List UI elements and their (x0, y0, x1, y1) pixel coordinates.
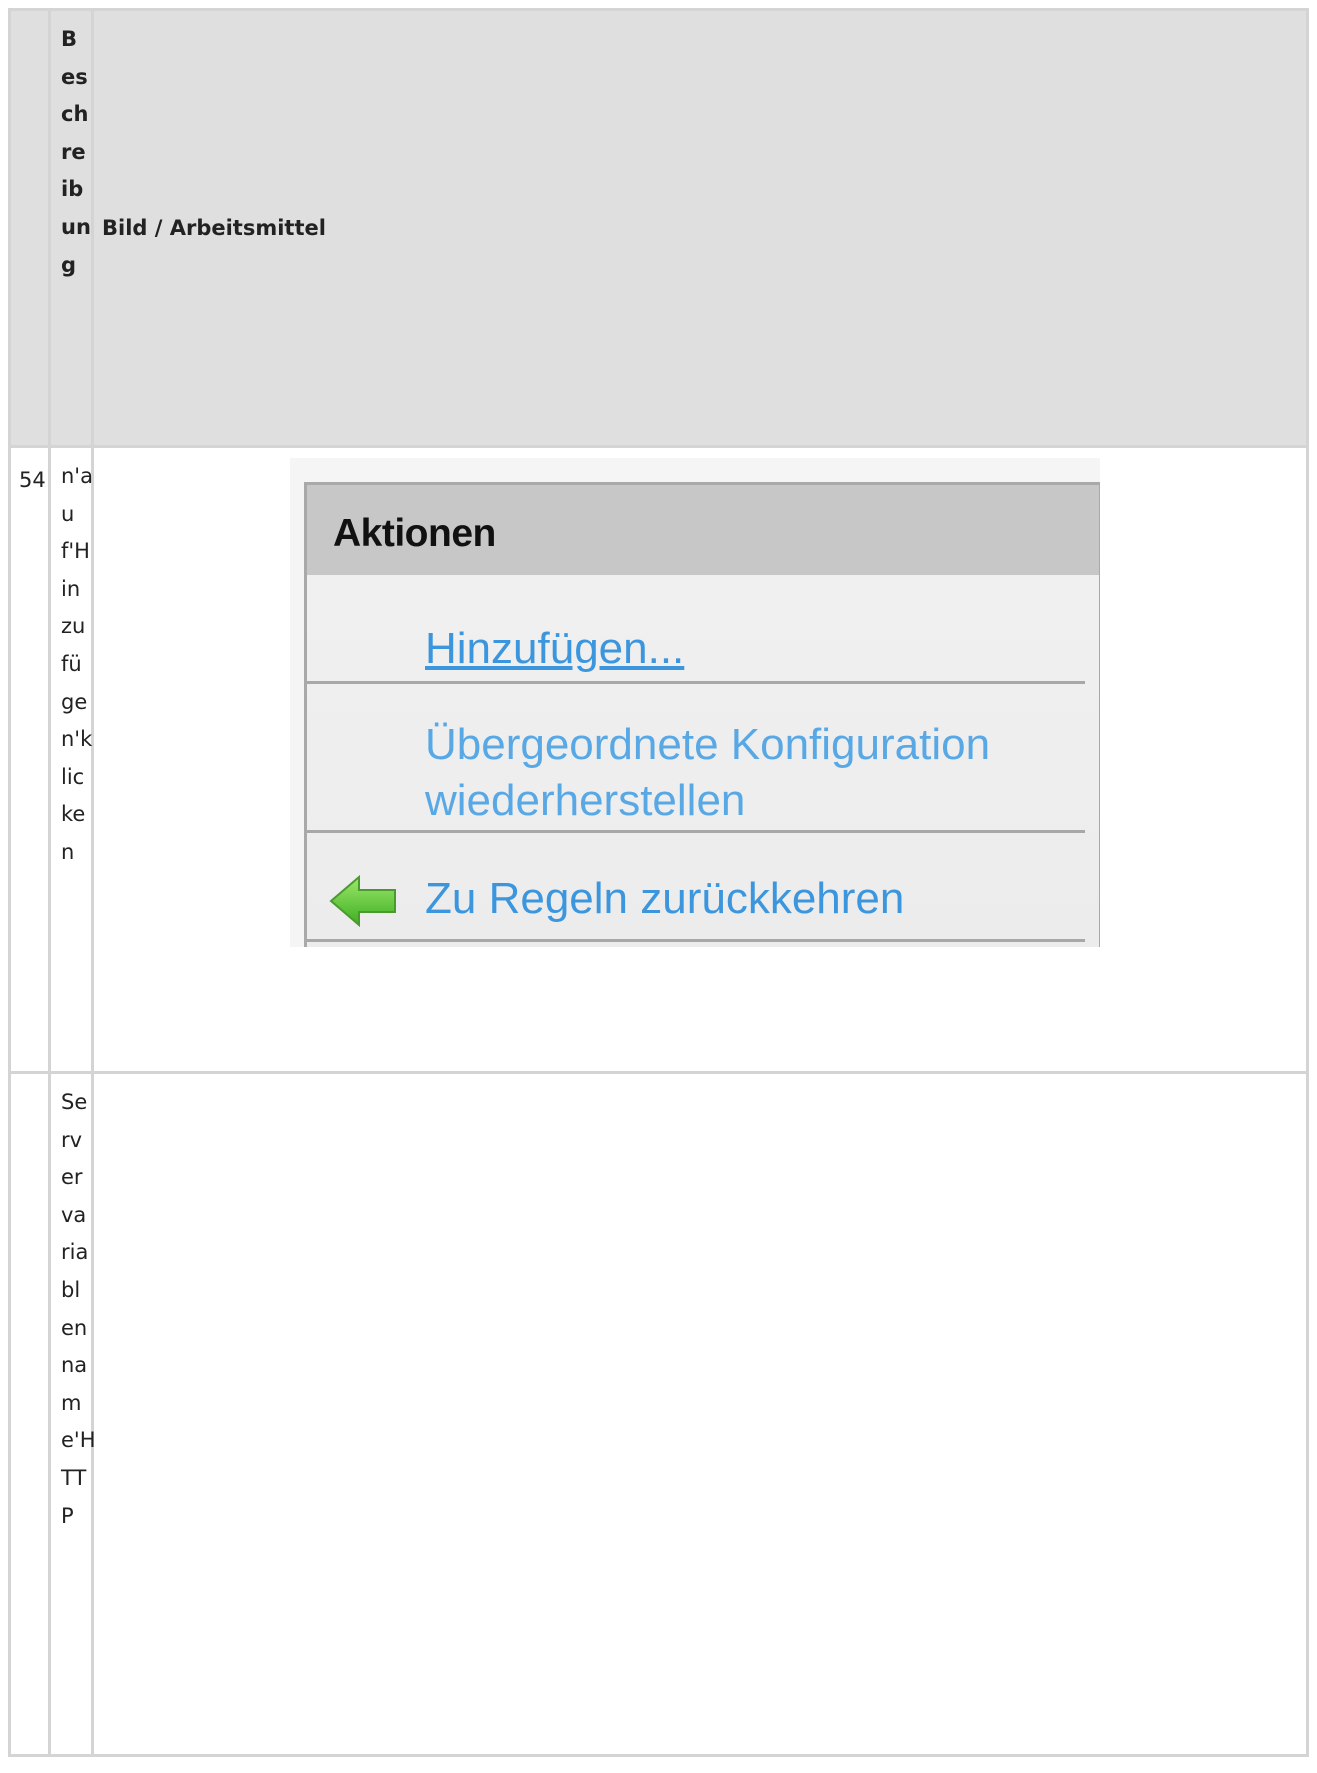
header-description-cell: Beschreibung (48, 8, 94, 448)
header-description-label: Beschreibung (61, 27, 91, 277)
add-action-link[interactable]: Hinzufügen... (425, 624, 684, 674)
restore-parent-config-link[interactable]: Übergeordnete Konfiguration wiederherste… (425, 717, 990, 829)
row-image-cell (91, 1071, 1309, 1757)
divider (307, 681, 1085, 684)
header-number-cell (8, 8, 51, 448)
table-header-row: Beschreibung Bild / Arbeitsmittel (8, 8, 1309, 448)
row-number-cell (8, 1071, 51, 1757)
actions-panel-screenshot: Aktionen Hinzufügen... Übergeordnete Kon… (290, 458, 1100, 947)
row-description-cell: Servervariablenname'HTTP (48, 1071, 96, 1757)
return-to-rules-link[interactable]: Zu Regeln zurückkehren (425, 874, 904, 924)
row-number: 54 (19, 468, 46, 492)
row-image-cell: Aktionen Hinzufügen... Übergeordnete Kon… (91, 445, 1309, 1074)
table-row: Servervariablenname'HTTP (8, 1071, 1309, 1757)
actions-panel: Aktionen Hinzufügen... Übergeordnete Kon… (304, 482, 1100, 947)
instruction-table: Beschreibung Bild / Arbeitsmittel 54 n'a… (8, 8, 1309, 1757)
divider (307, 939, 1085, 942)
table-row: 54 n'auf'Hinzufügen'klicken Aktionen Hin… (8, 445, 1309, 1074)
row-description-cell: n'auf'Hinzufügen'klicken (48, 445, 94, 1074)
header-bild-label: Bild / Arbeitsmittel (102, 216, 326, 240)
actions-panel-title: Aktionen (307, 485, 1099, 575)
restore-parent-config-line2: wiederherstellen (425, 776, 746, 825)
restore-parent-config-line1: Übergeordnete Konfiguration (425, 720, 991, 769)
green-back-arrow-icon (329, 874, 396, 928)
row-number (11, 1074, 48, 1088)
divider (307, 830, 1085, 833)
row-number-cell: 54 (8, 445, 51, 1074)
row-description: n'auf'Hinzufügen'klicken (61, 464, 93, 864)
header-bild-cell: Bild / Arbeitsmittel (91, 8, 1309, 448)
row-description: Servervariablenname'HTTP (61, 1090, 96, 1528)
